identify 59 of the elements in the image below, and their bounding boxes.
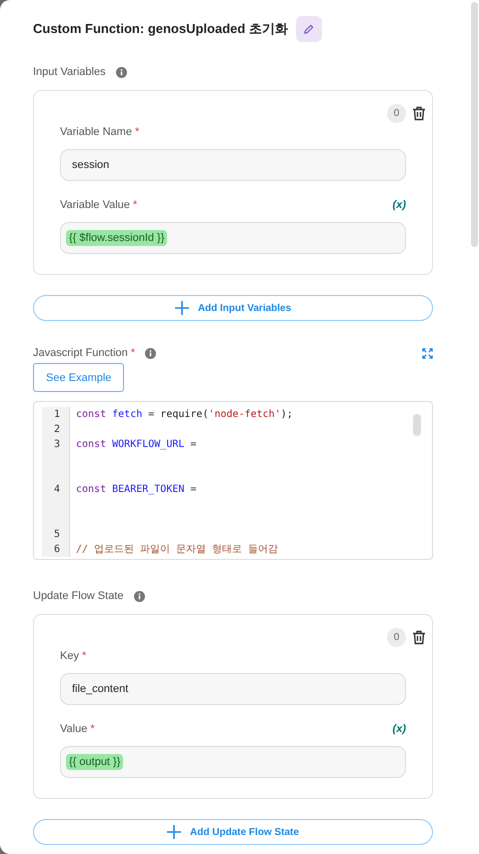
code-token: = require( bbox=[147, 409, 208, 420]
line-number: 2 bbox=[42, 422, 70, 437]
code-token: BEARER_TOKEN bbox=[111, 484, 184, 495]
plus-icon bbox=[167, 825, 182, 839]
line-number: 1 bbox=[42, 407, 70, 422]
field-label: Value bbox=[60, 723, 88, 735]
code-token: const bbox=[76, 439, 106, 450]
add-button[interactable]: Add Input Variables bbox=[33, 295, 433, 321]
code-token: WORKFLOW_URL bbox=[111, 439, 184, 450]
edit-button[interactable] bbox=[296, 16, 322, 42]
trash-icon[interactable] bbox=[412, 106, 426, 120]
line-number: 6 bbox=[42, 542, 70, 557]
section-label: Javascript Function bbox=[33, 347, 128, 359]
field-label: Variable Value bbox=[60, 199, 130, 211]
field-label: Variable Name bbox=[60, 126, 132, 138]
required-mark: * bbox=[134, 126, 140, 138]
field-value: file_content bbox=[72, 683, 128, 695]
code-token: const bbox=[76, 484, 106, 495]
input-field[interactable]: file_content bbox=[60, 673, 406, 705]
required-mark: * bbox=[130, 347, 136, 359]
code-token: const bbox=[76, 409, 106, 420]
code-token: fetch bbox=[111, 409, 142, 420]
variable-button[interactable]: (x) bbox=[392, 199, 406, 211]
variable-chip: {{ $flow.sessionId }} bbox=[66, 230, 168, 246]
info-icon bbox=[145, 348, 156, 358]
line-number: 4 bbox=[42, 482, 70, 527]
pencil-icon bbox=[303, 24, 314, 34]
line-number: 3 bbox=[42, 437, 70, 482]
code-token: // 업로드된 파일이 문자열 형태로 들어감 bbox=[76, 544, 278, 555]
code-editor[interactable]: 1 const fetch = require('node-fetch'); 2 3 const WORKFLOW_URL = 4 const BEARER_TOKEN = 5 6 // 업로드된 파일이 문자열 형태로 들어감 bbox=[33, 401, 433, 560]
variable-chip: {{ output }} bbox=[66, 754, 124, 770]
count-badge: 0 bbox=[387, 104, 406, 122]
code-token: = bbox=[189, 484, 196, 495]
required-mark: * bbox=[90, 723, 95, 735]
dialog-title: Custom Function: genosUploaded 초기화 bbox=[33, 20, 288, 38]
scrollbar-thumb[interactable] bbox=[413, 414, 421, 436]
required-mark: * bbox=[132, 199, 138, 211]
line-number: 5 bbox=[42, 527, 70, 542]
field-value: session bbox=[72, 159, 110, 171]
variable-button[interactable]: (x) bbox=[392, 723, 406, 735]
code-token: = bbox=[189, 439, 196, 450]
section-label: Update Flow State bbox=[33, 590, 124, 602]
count-badge: 0 bbox=[387, 628, 406, 646]
add-button[interactable]: Add Update Flow State bbox=[33, 819, 433, 845]
field-label: Key bbox=[60, 650, 79, 662]
section-label: Input Variables bbox=[33, 66, 106, 78]
info-icon bbox=[116, 66, 127, 78]
code-token: ); bbox=[280, 409, 293, 420]
expand-icon[interactable] bbox=[422, 348, 433, 358]
trash-icon[interactable] bbox=[412, 630, 426, 644]
plus-icon bbox=[174, 301, 189, 315]
input-field[interactable]: {{ output }} bbox=[60, 746, 406, 778]
info-icon bbox=[134, 590, 144, 602]
scrollbar-thumb[interactable] bbox=[471, 2, 478, 247]
required-mark: * bbox=[82, 650, 86, 662]
see-example-button[interactable]: See Example bbox=[33, 363, 124, 392]
input-field[interactable]: {{ $flow.sessionId }} bbox=[60, 222, 406, 254]
input-field[interactable]: session bbox=[60, 149, 406, 181]
code-token: 'node-fetch' bbox=[208, 409, 281, 420]
